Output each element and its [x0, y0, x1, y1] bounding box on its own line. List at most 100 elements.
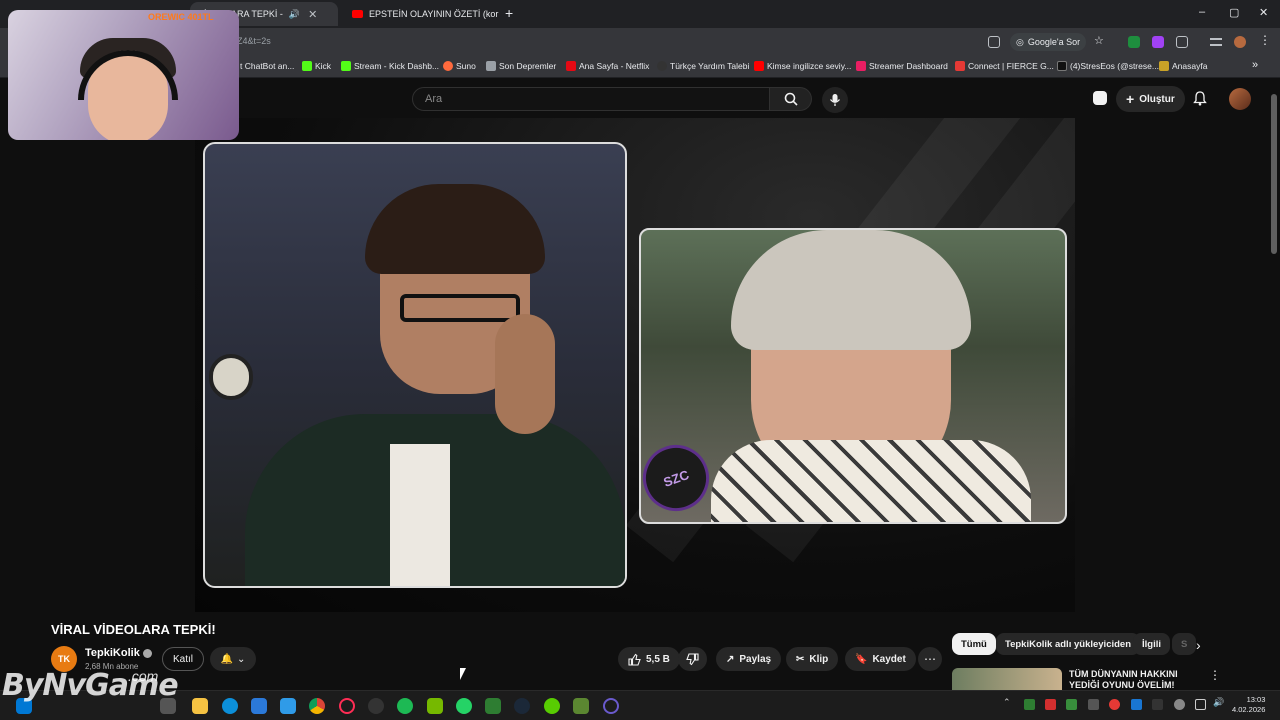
- new-tab-button[interactable]: +: [505, 5, 513, 21]
- notifications-bell-icon[interactable]: [1193, 91, 1207, 106]
- youtube-favicon-icon: [352, 10, 363, 18]
- extension-icon[interactable]: [1128, 36, 1140, 48]
- video-panel-left: [203, 142, 627, 588]
- bookmark-item[interactable]: Son Depremler: [486, 61, 556, 71]
- speaker-icon[interactable]: 🔊: [289, 9, 300, 20]
- microphone-icon: [829, 94, 841, 106]
- share-icon: ↗: [726, 653, 735, 665]
- more-actions-icon[interactable]: ⋯: [918, 647, 942, 671]
- windows-taskbar: ⌃ 🔊 13:03 4.02.2026: [0, 690, 1280, 720]
- like-button[interactable]: 5,5 B: [618, 647, 680, 671]
- taskbar-clock[interactable]: 13:03 4.02.2026: [1232, 695, 1265, 715]
- dislike-button[interactable]: [678, 647, 707, 671]
- edge-icon[interactable]: [222, 698, 238, 714]
- opera-icon[interactable]: [339, 698, 355, 714]
- bookmark-item[interactable]: Kimse ingilizce seviy...: [754, 61, 851, 71]
- fierce-icon: [955, 61, 965, 71]
- chrome-menu-icon[interactable]: ⋮: [1259, 33, 1271, 47]
- minecraft-icon[interactable]: [573, 698, 589, 714]
- bookmark-star-icon[interactable]: ☆: [1094, 34, 1106, 47]
- duolingo-icon[interactable]: [544, 698, 560, 714]
- outlook-icon[interactable]: [280, 698, 296, 714]
- tray-network-icon[interactable]: [1195, 699, 1206, 710]
- tray-icon[interactable]: [1024, 699, 1035, 710]
- bookmark-item[interactable]: Stream - Kick Dashb...: [341, 61, 439, 71]
- chip-from-uploader[interactable]: TepkiKolik adlı yükleyiciden: [996, 633, 1141, 655]
- search-icon: [784, 92, 798, 106]
- tray-icon[interactable]: [1131, 699, 1142, 710]
- bookmark-item[interactable]: Streamer Dashboard: [856, 61, 948, 71]
- chevron-down-icon: ⌄: [237, 653, 246, 665]
- bookmark-item[interactable]: (4)StresEos (@strese...: [1057, 61, 1159, 71]
- bookmark-item[interactable]: Ana Sayfa - Netflix: [566, 61, 649, 71]
- maximize-button[interactable]: ▢: [1229, 6, 1239, 19]
- page-scrollbar[interactable]: [1271, 84, 1277, 684]
- tray-icon[interactable]: [1152, 699, 1163, 710]
- recommendation-thumbnail[interactable]: [952, 668, 1062, 690]
- tray-expand-icon[interactable]: ⌃: [1003, 697, 1014, 708]
- tray-icon[interactable]: [1045, 699, 1056, 710]
- bookmark-item[interactable]: t ChatBot an...: [240, 61, 294, 71]
- chip-all[interactable]: Tümü: [952, 633, 996, 655]
- nvidia-icon[interactable]: [427, 698, 443, 714]
- subscription-bell-button[interactable]: 🔔 ⌄: [210, 647, 256, 671]
- tray-microphone-icon[interactable]: [1174, 699, 1185, 710]
- gemini-icon[interactable]: [1093, 91, 1107, 105]
- spotify-icon[interactable]: [397, 698, 413, 714]
- thumbs-up-icon: [628, 653, 641, 666]
- alarm-clock-icon: [209, 354, 253, 400]
- tab-epstein[interactable]: EPSTEİN OLAYININ ÖZETİ (kor ✕: [344, 2, 500, 26]
- thumbs-down-icon: [686, 652, 699, 665]
- close-window-button[interactable]: ✕: [1259, 6, 1268, 19]
- tray-icon[interactable]: [1066, 699, 1077, 710]
- share-button[interactable]: ↗ Paylaş: [716, 647, 782, 671]
- taskbar-app-icon[interactable]: [485, 698, 501, 714]
- store-icon[interactable]: [251, 698, 267, 714]
- bookmark-item[interactable]: Kick: [302, 61, 331, 71]
- extension-icon[interactable]: [1152, 36, 1164, 48]
- account-avatar[interactable]: [1229, 88, 1251, 110]
- voice-search-button[interactable]: [822, 87, 848, 113]
- profile-avatar[interactable]: [1234, 36, 1246, 48]
- recommendation-title[interactable]: TÜM DÜNYANIN HAKKINI YEDİĞİ OYUNU ÖVELİM…: [1069, 669, 1199, 689]
- scrollbar-thumb[interactable]: [1271, 94, 1277, 254]
- obs-icon[interactable]: [368, 698, 384, 714]
- minimize-button[interactable]: –: [1199, 6, 1205, 18]
- extensions-puzzle-icon[interactable]: [1176, 36, 1188, 48]
- video-panel-right: SZC: [639, 228, 1067, 524]
- cast-icon[interactable]: [988, 36, 1000, 48]
- google-ask-label: Google'a Sor: [1027, 37, 1081, 47]
- clip-button[interactable]: ✂ Klip: [786, 647, 839, 671]
- video-player[interactable]: SZC: [195, 118, 1075, 612]
- whatsapp-icon[interactable]: [456, 698, 472, 714]
- bookmark-item[interactable]: Suno: [443, 61, 476, 71]
- more-bookmarks-icon[interactable]: »: [1252, 59, 1258, 71]
- save-button[interactable]: 🔖 Kaydet: [845, 647, 916, 671]
- tray-volume-icon[interactable]: 🔊: [1213, 697, 1224, 708]
- url-field[interactable]: Z4&t=2s: [237, 36, 271, 46]
- bookmark-icon: 🔖: [855, 653, 868, 665]
- chip-more[interactable]: S: [1172, 633, 1197, 655]
- create-button[interactable]: + Oluştur: [1116, 86, 1185, 112]
- person-hair: [731, 230, 971, 350]
- chip-related[interactable]: İlgili: [1133, 633, 1170, 655]
- bookmark-item[interactable]: Connect | FIERCE G...: [955, 61, 1054, 71]
- file-explorer-icon[interactable]: [192, 698, 208, 714]
- search-input[interactable]: Ara: [412, 87, 770, 111]
- recommendation-menu-icon[interactable]: ⋮: [1209, 668, 1221, 682]
- channel-name[interactable]: TepkiKolik: [85, 647, 152, 659]
- bell-icon: 🔔: [220, 653, 234, 665]
- bookmark-item[interactable]: Anasayfa: [1159, 61, 1207, 71]
- taskbar-app-icon[interactable]: [603, 698, 619, 714]
- google-ask-button[interactable]: ◎ Google'a Sor: [1010, 33, 1087, 51]
- google-lens-icon: ◎: [1016, 36, 1024, 47]
- reading-list-icon[interactable]: [1210, 38, 1222, 46]
- tray-icon[interactable]: [1088, 699, 1099, 710]
- chrome-icon[interactable]: [309, 698, 325, 714]
- close-tab-icon[interactable]: ✕: [308, 8, 317, 21]
- bookmark-item[interactable]: Türkçe Yardım Talebi: [657, 61, 749, 71]
- tray-icon[interactable]: [1109, 699, 1120, 710]
- chevron-right-icon[interactable]: ›: [1196, 637, 1201, 653]
- search-button[interactable]: [770, 87, 812, 111]
- steam-icon[interactable]: [514, 698, 530, 714]
